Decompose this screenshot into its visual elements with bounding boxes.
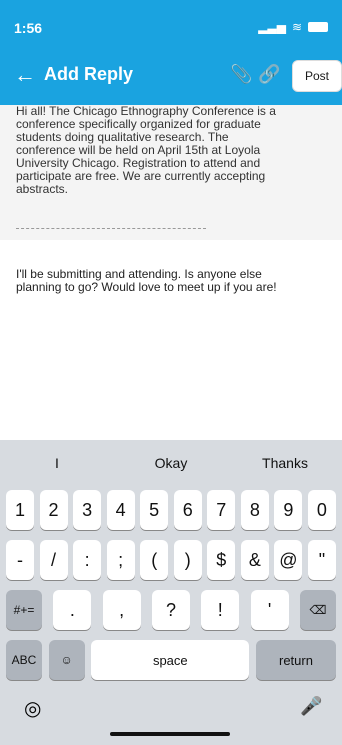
key-semicolon[interactable]: ; [106,540,135,580]
key-quote[interactable]: " [307,540,336,580]
key-symbols[interactable]: #+= [6,590,42,630]
key-slash[interactable]: / [39,540,68,580]
divider [16,228,206,229]
quoted-post: Hi all! The Chicago Ethnography Conferen… [0,105,342,240]
key-abc[interactable]: ABC [6,640,42,680]
key-dollar[interactable]: $ [207,540,236,580]
battery-icon [308,22,328,32]
key-ampersand[interactable]: & [240,540,269,580]
arrow-left-icon[interactable]: ← [14,62,36,88]
wifi-icon: ≋ [291,20,302,34]
key-paren-close[interactable]: ) [173,540,202,580]
suggestions-bar: I Okay Thanks [0,440,342,485]
keyboard: I Okay Thanks 1 2 3 4 5 6 7 8 9 0 - / : … [0,440,342,745]
page-title: Add Reply [44,64,134,84]
key-return[interactable]: return [255,640,336,680]
key-comma[interactable]: , [102,590,141,630]
key-period[interactable]: . [53,590,92,630]
key-exclamation[interactable]: ! [201,590,240,630]
suggestion-1[interactable]: I [0,455,114,471]
key-1[interactable]: 1 [6,490,34,530]
emoji-icon[interactable]: ☺ [48,640,85,680]
paperclip-icon[interactable]: 📎 [230,64,252,85]
key-9[interactable]: 9 [274,490,303,530]
key-at[interactable]: @ [274,540,303,580]
key-0[interactable]: 0 [307,490,336,530]
key-paren-open[interactable]: ( [140,540,169,580]
backspace-icon[interactable]: ⌫ [299,590,336,630]
post-button[interactable]: Post [292,60,342,92]
status-time: 1:56 [14,20,43,36]
suggestion-3[interactable]: Thanks [228,455,342,471]
globe-icon[interactable]: ◎ [24,696,41,721]
header: 1:56 ▂▃▅ ≋ ← Add Reply 📎 🔗 Post [0,0,342,105]
key-apostrophe[interactable]: ' [250,590,289,630]
keyboard-bottom: ◎ 🎤 [0,680,342,745]
key-colon[interactable]: : [73,540,102,580]
key-4[interactable]: 4 [106,490,135,530]
key-3[interactable]: 3 [73,490,102,530]
key-dash[interactable]: - [6,540,34,580]
status-icons: ▂▃▅ ≋ [258,20,328,34]
key-2[interactable]: 2 [39,490,68,530]
key-5[interactable]: 5 [140,490,169,530]
signal-icon: ▂▃▅ [258,20,286,34]
home-indicator [110,732,230,736]
quoted-text: Hi all! The Chicago Ethnography Conferen… [16,104,276,196]
link-icon[interactable]: 🔗 [258,64,280,85]
key-question[interactable]: ? [151,590,190,630]
reply-text[interactable]: I'll be submitting and attending. Is any… [16,268,328,294]
key-space[interactable]: space [91,640,250,680]
key-8[interactable]: 8 [240,490,269,530]
key-7[interactable]: 7 [207,490,236,530]
suggestion-2[interactable]: Okay [114,455,228,471]
microphone-icon[interactable]: 🎤 [300,696,322,717]
key-6[interactable]: 6 [173,490,202,530]
